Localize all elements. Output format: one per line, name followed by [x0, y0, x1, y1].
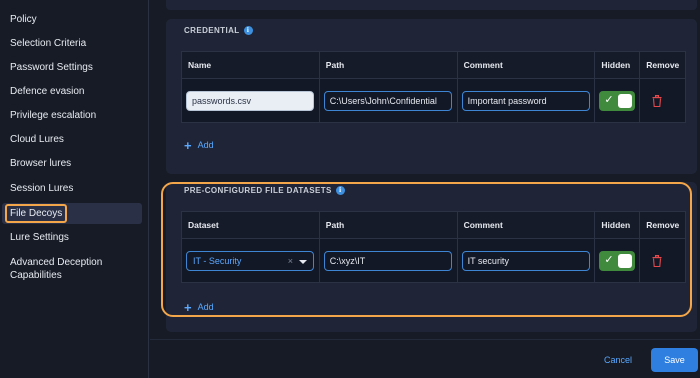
sidebar-item-label: Session Lures	[10, 183, 74, 194]
info-icon[interactable]: i	[335, 186, 345, 195]
credential-title-text: CREDENTIAL	[184, 26, 240, 35]
plus-icon: +	[184, 137, 192, 153]
sidebar-item-selection-criteria[interactable]: Selection Criteria	[2, 37, 142, 50]
path-input[interactable]: C:\Users\John\Confidential	[323, 90, 452, 111]
add-credential-button[interactable]: + Add	[184, 137, 214, 153]
hidden-toggle[interactable]: ✓	[599, 90, 636, 111]
dataset-select[interactable]: IT - Security ×	[186, 250, 314, 271]
trash-icon[interactable]	[652, 94, 662, 107]
sidebar-item-session-lures[interactable]: Session Lures	[2, 182, 142, 195]
check-icon: ✓	[604, 253, 614, 266]
main-content: CREDENTIAL i Name Path Comment Hidden Re…	[150, 0, 700, 378]
table-row: passwords.csv C:\Users\John\Confidential…	[181, 78, 686, 123]
sidebar-item-advanced-deception[interactable]: Advanced Deception Capabilities	[2, 256, 122, 282]
sidebar: Policy Selection Criteria Password Setti…	[0, 0, 149, 378]
sidebar-item-browser-lures[interactable]: Browser lures	[2, 157, 142, 170]
dataset-select-value: IT - Security	[193, 255, 242, 266]
sidebar-item-label: Password Settings	[10, 62, 93, 73]
column-header-path: Path	[318, 51, 458, 79]
name-input[interactable]: passwords.csv	[186, 90, 314, 111]
hidden-toggle[interactable]: ✓	[599, 250, 636, 271]
credential-section-title: CREDENTIAL i	[184, 26, 253, 35]
credential-section: CREDENTIAL i Name Path Comment Hidden Re…	[166, 19, 697, 174]
column-header-dataset: Dataset	[181, 211, 320, 239]
sidebar-item-file-decoys[interactable]: File Decoys	[2, 203, 142, 224]
add-label: Add	[197, 302, 214, 312]
chevron-down-icon[interactable]	[299, 259, 307, 264]
datasets-table: Dataset Path Comment Hidden Remove IT - …	[181, 211, 686, 283]
datasets-title-text: PRE-CONFIGURED FILE DATASETS	[184, 186, 332, 195]
datasets-section: PRE-CONFIGURED FILE DATASETS i Dataset P…	[166, 182, 697, 332]
sidebar-item-label: Browser lures	[10, 158, 72, 169]
table-header-row: Name Path Comment Hidden Remove	[181, 51, 686, 79]
cancel-button[interactable]: Cancel	[604, 355, 632, 365]
plus-icon: +	[184, 299, 192, 315]
info-icon[interactable]: i	[243, 26, 253, 35]
column-header-remove: Remove	[639, 211, 686, 239]
sidebar-item-label: Policy	[10, 14, 37, 25]
sidebar-item-cloud-lures[interactable]: Cloud Lures	[2, 133, 142, 146]
sidebar-item-policy[interactable]: Policy	[2, 13, 142, 26]
sidebar-item-label: Cloud Lures	[10, 134, 64, 145]
table-header-row: Dataset Path Comment Hidden Remove	[181, 211, 686, 239]
column-header-hidden: Hidden	[594, 51, 641, 79]
clear-icon[interactable]: ×	[288, 252, 293, 270]
sidebar-item-password-settings[interactable]: Password Settings	[2, 61, 142, 74]
sidebar-item-label: Defence evasion	[10, 86, 85, 97]
credential-table: Name Path Comment Hidden Remove password…	[181, 51, 686, 123]
sidebar-item-lure-settings[interactable]: Lure Settings	[2, 231, 142, 244]
check-icon: ✓	[604, 93, 614, 106]
column-header-comment: Comment	[456, 51, 596, 79]
sidebar-item-label: File Decoys	[5, 204, 68, 223]
column-header-path: Path	[318, 211, 458, 239]
add-dataset-button[interactable]: + Add	[184, 299, 214, 315]
column-header-comment: Comment	[456, 211, 596, 239]
add-label: Add	[197, 140, 214, 150]
comment-input[interactable]: Important password	[461, 90, 590, 111]
toggle-knob	[618, 93, 633, 108]
table-row: IT - Security × C:\xyz\IT IT security ✓	[181, 238, 686, 283]
column-header-name: Name	[181, 51, 320, 79]
comment-input[interactable]: IT security	[461, 250, 590, 271]
sidebar-item-label: Privilege escalation	[10, 110, 97, 121]
path-input[interactable]: C:\xyz\IT	[323, 250, 452, 271]
sidebar-item-label: Lure Settings	[10, 232, 69, 243]
toggle-knob	[618, 253, 633, 268]
sidebar-item-label: Selection Criteria	[10, 38, 87, 49]
column-header-hidden: Hidden	[594, 211, 641, 239]
datasets-section-title: PRE-CONFIGURED FILE DATASETS i	[184, 186, 345, 195]
footer-divider	[150, 339, 700, 340]
sidebar-item-defence-evasion[interactable]: Defence evasion	[2, 85, 142, 98]
save-button[interactable]: Save	[651, 348, 698, 372]
trash-icon[interactable]	[652, 254, 662, 267]
sidebar-item-label: Advanced Deception Capabilities	[10, 257, 103, 281]
sidebar-item-privilege-escalation[interactable]: Privilege escalation	[2, 109, 142, 122]
column-header-remove: Remove	[639, 51, 686, 79]
previous-section-card	[166, 0, 697, 10]
